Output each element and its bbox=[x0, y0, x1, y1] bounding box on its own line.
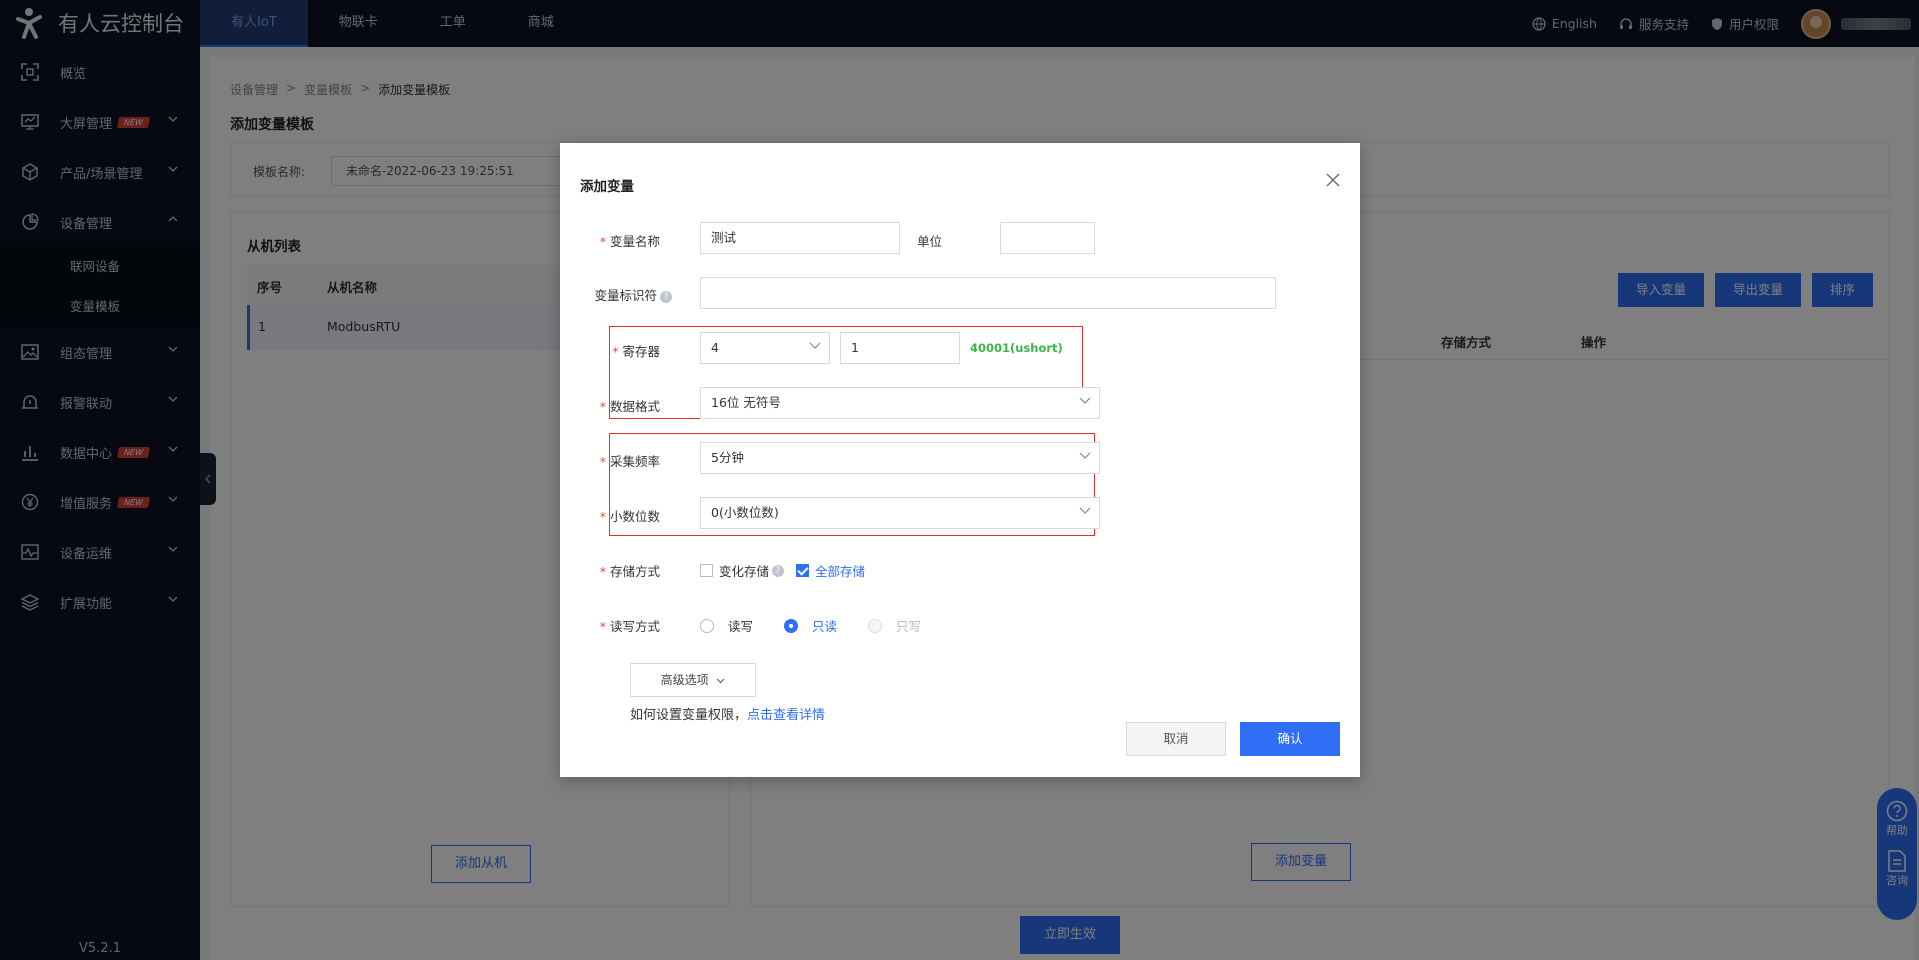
close-icon[interactable] bbox=[1326, 173, 1340, 187]
register-label: * 寄存器 bbox=[612, 344, 660, 359]
chevron-down-icon bbox=[1079, 397, 1091, 404]
collection-frequency-select[interactable]: 5分钟 bbox=[700, 442, 1100, 474]
change-storage-checkbox[interactable]: 变化存储 ? bbox=[700, 561, 785, 580]
help-icon[interactable]: ? bbox=[772, 564, 785, 577]
data-format-value: 16位 无符号 bbox=[711, 395, 781, 410]
full-storage-checkbox[interactable]: 全部存储 bbox=[796, 561, 865, 580]
collection-frequency-label: * 采集频率 bbox=[599, 454, 660, 469]
chevron-down-icon bbox=[809, 342, 821, 349]
chevron-down-icon bbox=[1079, 452, 1091, 459]
unit-input[interactable] bbox=[1000, 222, 1095, 254]
cancel-button[interactable]: 取消 bbox=[1126, 722, 1226, 756]
radio-read-write[interactable]: 读写 bbox=[700, 616, 753, 635]
add-variable-dialog: 添加变量 * 变量名称 测试 单位 变量标识符? * 寄存器 4 1 40001(u… bbox=[560, 143, 1360, 777]
radio-dot-disabled bbox=[868, 618, 882, 633]
collection-frequency-value: 5分钟 bbox=[711, 450, 744, 465]
identifier-label-text: 变量标识符 bbox=[594, 288, 657, 303]
identifier-label: 变量标识符? bbox=[560, 285, 672, 304]
register-type-select[interactable]: 4 bbox=[700, 332, 830, 364]
decimal-places-label-text: 小数位数 bbox=[609, 509, 660, 524]
data-format-label-text: 数据格式 bbox=[609, 399, 660, 414]
var-name-label: * 变量名称 bbox=[599, 234, 660, 249]
permission-help-text: 如何设置变量权限，点击查看详情 bbox=[630, 704, 825, 723]
register-type-value: 4 bbox=[711, 340, 719, 355]
unit-label: 单位 bbox=[916, 234, 942, 249]
confirm-button[interactable]: 确认 bbox=[1240, 722, 1340, 756]
chevron-down-icon bbox=[716, 678, 725, 684]
data-format-label: * 数据格式 bbox=[599, 399, 660, 414]
decimal-places-select[interactable]: 0(小数位数) bbox=[700, 497, 1100, 529]
storage-method-label: * 存储方式 bbox=[599, 564, 660, 579]
radio-label: 只写 bbox=[896, 619, 922, 634]
identifier-input[interactable] bbox=[700, 277, 1276, 309]
collection-frequency-label-text: 采集频率 bbox=[609, 454, 660, 469]
decimal-places-value: 0(小数位数) bbox=[711, 505, 779, 520]
view-details-link[interactable]: 点击查看详情 bbox=[747, 708, 825, 723]
radio-label: 只读 bbox=[812, 619, 838, 634]
checkbox-box-checked bbox=[796, 564, 809, 577]
advanced-options-button[interactable]: 高级选项 bbox=[630, 663, 756, 697]
permission-help-prefix: 如何设置变量权限， bbox=[630, 708, 748, 723]
radio-write-only: 只写 bbox=[868, 616, 921, 635]
var-name-label-text: 变量名称 bbox=[609, 234, 660, 249]
radio-dot bbox=[700, 618, 714, 633]
register-address-hint: 40001(ushort) bbox=[970, 341, 1063, 355]
checkbox-box bbox=[700, 564, 713, 577]
checkbox-label: 变化存储 bbox=[719, 564, 770, 579]
checkbox-label: 全部存储 bbox=[815, 564, 866, 579]
advanced-options-label: 高级选项 bbox=[660, 673, 709, 687]
radio-read-only[interactable]: 只读 bbox=[784, 616, 837, 635]
read-write-label: * 读写方式 bbox=[599, 619, 660, 634]
read-write-label-text: 读写方式 bbox=[609, 619, 660, 634]
radio-dot-selected bbox=[784, 618, 798, 633]
data-format-select[interactable]: 16位 无符号 bbox=[700, 387, 1100, 419]
radio-label: 读写 bbox=[728, 619, 754, 634]
decimal-places-label: * 小数位数 bbox=[599, 509, 660, 524]
chevron-down-icon bbox=[1079, 507, 1091, 514]
dialog-title: 添加变量 bbox=[580, 179, 634, 195]
register-label-text: 寄存器 bbox=[622, 344, 660, 359]
help-icon[interactable]: ? bbox=[660, 291, 672, 303]
storage-method-label-text: 存储方式 bbox=[609, 564, 660, 579]
register-address-input[interactable]: 1 bbox=[840, 332, 960, 364]
